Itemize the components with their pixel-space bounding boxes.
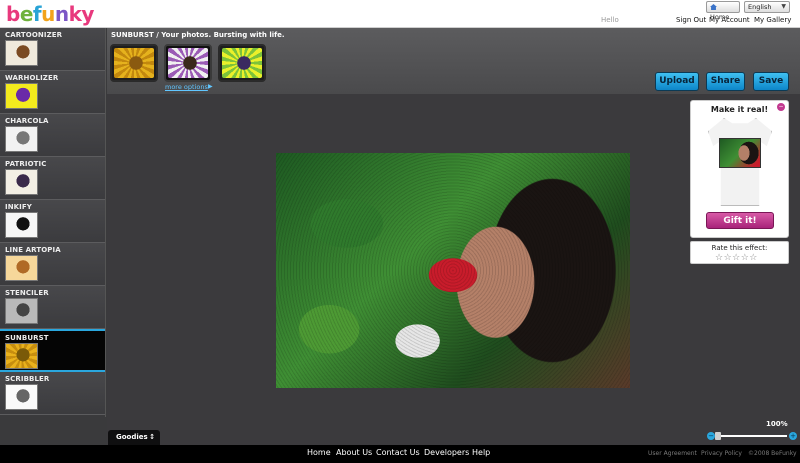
effect-item-cartoonizer[interactable]: CARTOONIZER	[0, 28, 105, 71]
rating-panel: Rate this effect: ☆☆☆☆☆	[690, 241, 789, 264]
home-button[interactable]: Home	[706, 1, 740, 21]
effect-thumbnail	[5, 384, 38, 410]
privacy-policy-link[interactable]: Privacy Policy	[701, 450, 742, 457]
effect-option-1[interactable]	[110, 44, 158, 82]
effect-option-2[interactable]	[164, 44, 212, 82]
footer-home-link[interactable]: Home	[307, 448, 331, 457]
option-preview	[114, 48, 154, 78]
effect-item-line-artopia[interactable]: LINE ARTOPIA	[0, 243, 105, 286]
effect-item-scribbler[interactable]: SCRIBBLER	[0, 372, 105, 415]
save-button[interactable]: Save	[753, 72, 789, 91]
effect-option-3[interactable]	[218, 44, 266, 82]
effect-label: SUNBURST	[5, 334, 49, 342]
effect-options-bar: SUNBURST / Your photos. Bursting with li…	[107, 28, 800, 94]
effect-label: CARTOONIZER	[5, 31, 63, 39]
minimize-icon[interactable]: −	[777, 103, 785, 111]
tshirt-panel: Make it real! − Gift it!	[690, 100, 789, 238]
rating-label: Rate this effect:	[711, 244, 768, 252]
effect-thumbnail	[5, 212, 38, 238]
effect-thumbnail	[5, 255, 38, 281]
effect-item-inkify[interactable]: INKIFY	[0, 200, 105, 243]
effect-label: PATRIOTIC	[5, 160, 47, 168]
effect-thumbnail	[5, 298, 38, 324]
effect-item-charcola[interactable]: CHARCOLA	[0, 114, 105, 157]
gift-it-button[interactable]: Gift it!	[706, 212, 774, 229]
effect-label: WARHOLIZER	[5, 74, 59, 82]
befunky-logo[interactable]: befunky	[6, 2, 94, 26]
sign-out-link[interactable]: Sign Out	[676, 16, 706, 24]
effect-item-stenciler[interactable]: STENCILER	[0, 286, 105, 329]
effect-item-warholizer[interactable]: WARHOLIZER	[0, 71, 105, 114]
footer: Home About Us Contact Us Developers Help…	[0, 445, 800, 463]
effect-label: STENCILER	[5, 289, 49, 297]
my-gallery-link[interactable]: My Gallery	[754, 16, 791, 24]
effect-label: CHARCOLA	[5, 117, 49, 125]
chevron-down-icon: ▼	[781, 3, 786, 10]
my-account-link[interactable]: My Account	[709, 16, 750, 24]
footer-contact-link[interactable]: Contact Us	[376, 448, 420, 457]
footer-help-link[interactable]: Help	[472, 448, 490, 457]
language-select[interactable]: English ▼	[744, 1, 790, 13]
tshirt-print-preview	[719, 138, 761, 168]
effect-label: INKIFY	[5, 203, 32, 211]
share-button[interactable]: Share	[706, 72, 745, 91]
tshirt-panel-title: Make it real!	[710, 105, 769, 114]
more-options-link[interactable]: more options	[165, 83, 208, 91]
star-rating[interactable]: ☆☆☆☆☆	[715, 253, 758, 263]
updown-arrow-icon: ↕	[149, 433, 155, 441]
effect-title: SUNBURST / Your photos. Bursting with li…	[111, 31, 285, 39]
effect-thumbnail	[5, 126, 38, 152]
footer-about-link[interactable]: About Us	[336, 448, 372, 457]
effect-label: SCRIBBLER	[5, 375, 50, 383]
home-icon	[710, 4, 717, 10]
effect-thumbnail	[5, 40, 38, 66]
zoom-slider-handle[interactable]	[715, 432, 721, 440]
edited-photo[interactable]	[276, 153, 630, 388]
effect-thumbnail	[5, 169, 38, 195]
footer-developers-link[interactable]: Developers	[424, 448, 469, 457]
play-arrow-icon: ▶	[208, 83, 213, 90]
upload-button[interactable]: Upload	[655, 72, 699, 91]
zoom-slider-track[interactable]	[717, 435, 787, 437]
effect-thumbnail	[5, 83, 38, 109]
option-preview	[168, 48, 208, 78]
effect-item-patriotic[interactable]: PATRIOTIC	[0, 157, 105, 200]
option-preview	[222, 48, 262, 78]
zoom-level: 100%	[766, 420, 788, 428]
user-agreement-link[interactable]: User Agreement	[648, 450, 697, 457]
zoom-in-button[interactable]: +	[789, 432, 797, 440]
effect-label: LINE ARTOPIA	[5, 246, 61, 254]
effect-thumbnail	[5, 343, 38, 369]
effects-sidebar: CARTOONIZER WARHOLIZER CHARCOLA PATRIOTI…	[0, 28, 106, 417]
zoom-out-button[interactable]: −	[707, 432, 715, 440]
top-header: befunky Home English ▼ Hello Sign Out My…	[0, 0, 800, 28]
effect-item-sunburst[interactable]: SUNBURST	[0, 329, 105, 372]
copyright-text: ©2008 BeFunky	[748, 450, 797, 457]
greeting-text: Hello	[601, 16, 619, 24]
goodies-button[interactable]: Goodies ↕	[108, 430, 160, 445]
